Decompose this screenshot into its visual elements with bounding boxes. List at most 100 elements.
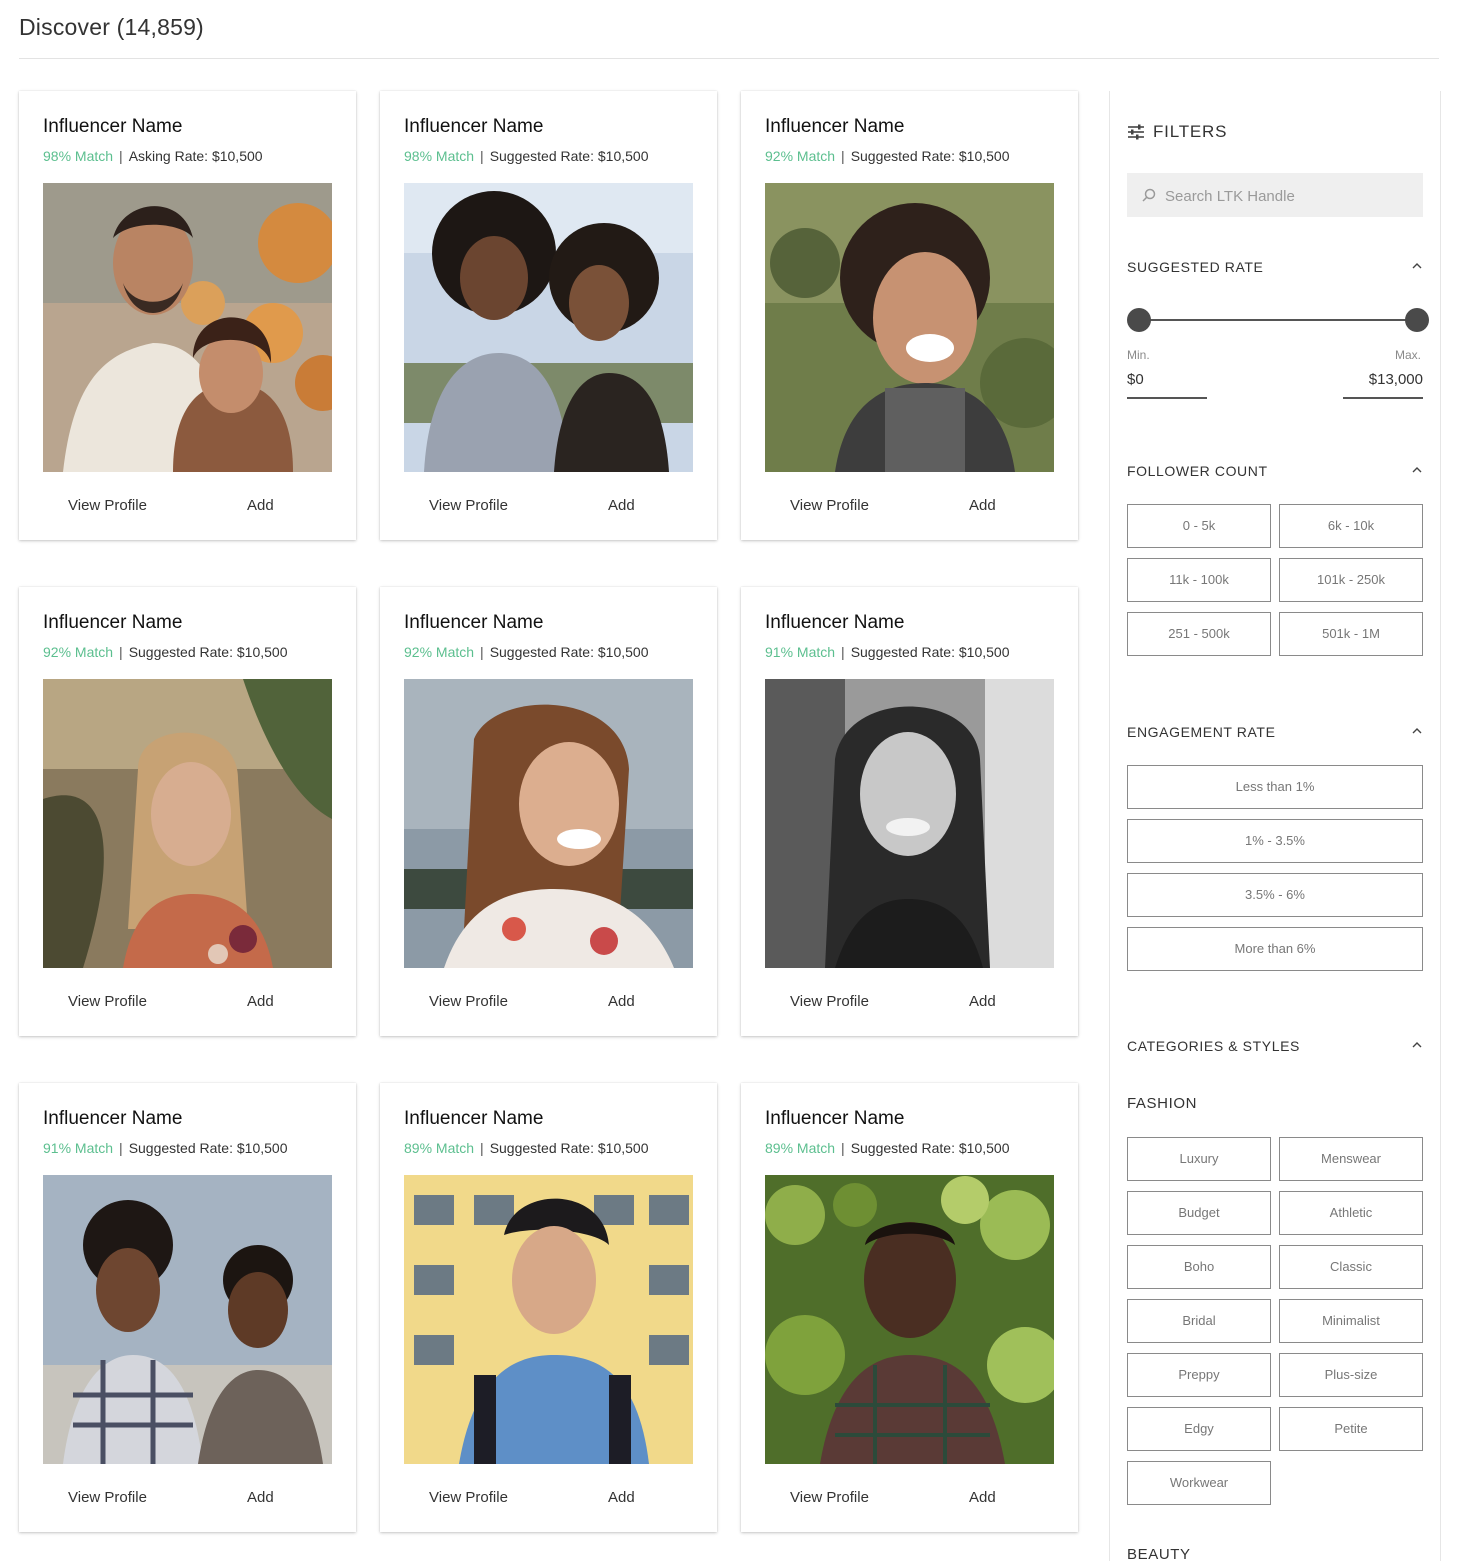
style-option[interactable]: Petite: [1279, 1407, 1423, 1451]
engagement-option[interactable]: Less than 1%: [1127, 765, 1423, 809]
engagement-option[interactable]: More than 6%: [1127, 927, 1423, 971]
influencer-photo[interactable]: [404, 679, 693, 968]
match-percent: 92% Match: [43, 644, 114, 660]
influencer-photo[interactable]: [43, 183, 332, 472]
engagement-rate-title: ENGAGEMENT RATE: [1127, 724, 1276, 740]
influencer-photo[interactable]: [765, 1175, 1054, 1464]
influencer-photo[interactable]: [765, 183, 1054, 472]
rate-slider-min-handle[interactable]: [1127, 308, 1151, 332]
view-profile-button[interactable]: View Profile: [790, 993, 869, 1010]
follower-count-title: FOLLOWER COUNT: [1127, 463, 1268, 479]
influencer-name[interactable]: Influencer Name: [765, 612, 904, 634]
view-profile-button[interactable]: View Profile: [68, 1489, 147, 1506]
search-box: [1127, 173, 1423, 219]
style-option[interactable]: Bridal: [1127, 1299, 1271, 1343]
chevron-up-icon[interactable]: [1410, 726, 1424, 736]
match-percent: 91% Match: [765, 644, 836, 660]
filters-panel: FILTERS SUGGESTED RATE Min. Max. $0 $13,…: [1109, 91, 1441, 1563]
rate-text: Suggested Rate: $10,500: [489, 148, 649, 164]
add-button[interactable]: Add: [247, 1489, 274, 1506]
follower-option[interactable]: 251 - 500k: [1127, 612, 1271, 656]
style-option[interactable]: Menswear: [1279, 1137, 1423, 1181]
add-button[interactable]: Add: [608, 1489, 635, 1506]
view-profile-button[interactable]: View Profile: [429, 1489, 508, 1506]
view-profile-button[interactable]: View Profile: [790, 497, 869, 514]
fashion-title: FASHION: [1127, 1095, 1198, 1112]
page-title: Discover (14,859): [19, 14, 204, 40]
influencer-name[interactable]: Influencer Name: [404, 612, 543, 634]
style-option[interactable]: Edgy: [1127, 1407, 1271, 1451]
categories-title: CATEGORIES & STYLES: [1127, 1038, 1300, 1054]
influencer-card: Influencer Name 98% Match | Suggested Rate…: [380, 91, 717, 540]
photo-blonde-woman: [43, 679, 332, 968]
influencer-name[interactable]: Influencer Name: [43, 1108, 182, 1130]
suggested-rate-title: SUGGESTED RATE: [1127, 259, 1264, 275]
rate-text: Suggested Rate: $10,500: [489, 644, 649, 660]
add-button[interactable]: Add: [608, 497, 635, 514]
filters-title: FILTERS: [1153, 122, 1228, 141]
rate-slider-track[interactable]: [1138, 319, 1416, 321]
add-button[interactable]: Add: [608, 993, 635, 1010]
influencer-photo[interactable]: [765, 679, 1054, 968]
style-option[interactable]: Workwear: [1127, 1461, 1271, 1505]
rate-slider-max-handle[interactable]: [1405, 308, 1429, 332]
influencer-name[interactable]: Influencer Name: [43, 116, 182, 138]
photo-two-boys: [43, 1175, 332, 1464]
influencer-card: Influencer Name 92% Match | Suggested Rate…: [741, 91, 1078, 540]
style-option[interactable]: Budget: [1127, 1191, 1271, 1235]
meta-separator: |: [119, 644, 123, 660]
view-profile-button[interactable]: View Profile: [68, 497, 147, 514]
engagement-option[interactable]: 3.5% - 6%: [1127, 873, 1423, 917]
card-meta: 89% Match | Suggested Rate: $10,500: [404, 1140, 648, 1156]
engagement-option[interactable]: 1% - 3.5%: [1127, 819, 1423, 863]
influencer-photo[interactable]: [43, 1175, 332, 1464]
add-button[interactable]: Add: [247, 497, 274, 514]
add-button[interactable]: Add: [969, 497, 996, 514]
style-option[interactable]: Luxury: [1127, 1137, 1271, 1181]
match-percent: 89% Match: [765, 1140, 836, 1156]
card-meta: 98% Match | Suggested Rate: $10,500: [404, 148, 648, 164]
style-option[interactable]: Classic: [1279, 1245, 1423, 1289]
add-button[interactable]: Add: [969, 993, 996, 1010]
follower-option[interactable]: 0 - 5k: [1127, 504, 1271, 548]
influencer-card: Influencer Name 91% Match | Suggested Rate…: [741, 587, 1078, 1036]
max-rate-field[interactable]: $13,000: [1343, 371, 1423, 399]
style-option[interactable]: Preppy: [1127, 1353, 1271, 1397]
chevron-up-icon[interactable]: [1410, 1040, 1424, 1050]
add-button[interactable]: Add: [969, 1489, 996, 1506]
style-option[interactable]: Athletic: [1279, 1191, 1423, 1235]
influencer-photo[interactable]: [404, 1175, 693, 1464]
search-input[interactable]: [1163, 173, 1417, 219]
view-profile-button[interactable]: View Profile: [429, 497, 508, 514]
add-button[interactable]: Add: [247, 993, 274, 1010]
follower-option[interactable]: 101k - 250k: [1279, 558, 1423, 602]
match-percent: 91% Match: [43, 1140, 114, 1156]
view-profile-button[interactable]: View Profile: [429, 993, 508, 1010]
influencer-name[interactable]: Influencer Name: [404, 116, 543, 138]
card-meta: 92% Match | Suggested Rate: $10,500: [765, 148, 1009, 164]
follower-option[interactable]: 6k - 10k: [1279, 504, 1423, 548]
follower-option[interactable]: 501k - 1M: [1279, 612, 1423, 656]
influencer-name[interactable]: Influencer Name: [43, 612, 182, 634]
influencer-name[interactable]: Influencer Name: [765, 1108, 904, 1130]
meta-separator: |: [480, 644, 484, 660]
meta-separator: |: [841, 148, 845, 164]
chevron-up-icon[interactable]: [1410, 261, 1424, 271]
chevron-up-icon[interactable]: [1410, 465, 1424, 475]
match-percent: 89% Match: [404, 1140, 475, 1156]
influencer-card: Influencer Name 91% Match | Suggested Rate…: [19, 1083, 356, 1532]
rate-text: Suggested Rate: $10,500: [128, 644, 288, 660]
meta-separator: |: [841, 644, 845, 660]
style-option[interactable]: Boho: [1127, 1245, 1271, 1289]
follower-option[interactable]: 11k - 100k: [1127, 558, 1271, 602]
style-option[interactable]: Plus-size: [1279, 1353, 1423, 1397]
influencer-name[interactable]: Influencer Name: [765, 116, 904, 138]
meta-separator: |: [119, 148, 123, 164]
influencer-name[interactable]: Influencer Name: [404, 1108, 543, 1130]
view-profile-button[interactable]: View Profile: [790, 1489, 869, 1506]
view-profile-button[interactable]: View Profile: [68, 993, 147, 1010]
influencer-photo[interactable]: [404, 183, 693, 472]
style-option[interactable]: Minimalist: [1279, 1299, 1423, 1343]
influencer-photo[interactable]: [43, 679, 332, 968]
min-rate-field[interactable]: $0: [1127, 371, 1207, 399]
